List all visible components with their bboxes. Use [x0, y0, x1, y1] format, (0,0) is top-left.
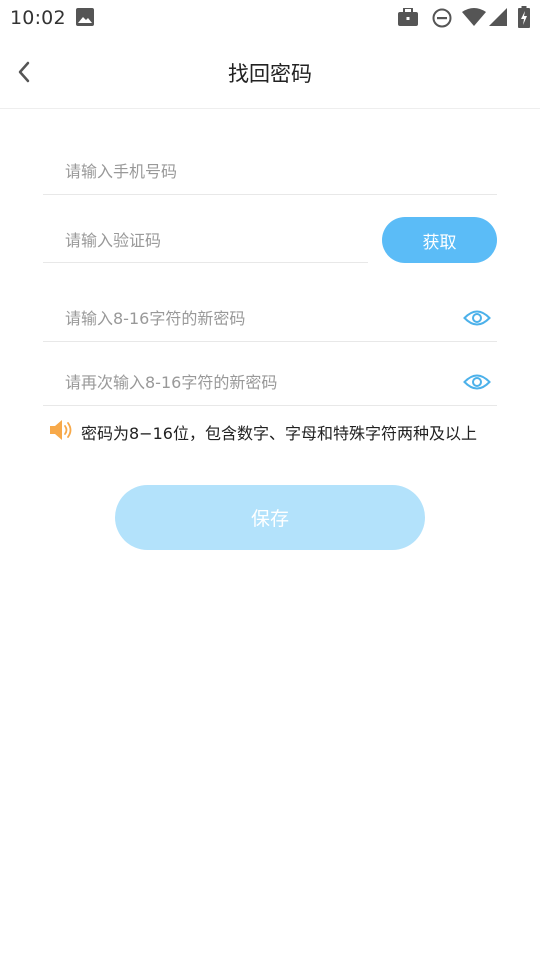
save-button[interactable]: 保存 — [115, 485, 425, 550]
get-code-button[interactable]: 获取 — [382, 217, 497, 263]
verification-code-field — [43, 218, 368, 263]
status-bar: 10:02 — [0, 0, 540, 36]
signal-icon — [489, 8, 507, 30]
confirm-password-field — [43, 359, 497, 406]
app-header: 找回密码 — [0, 36, 540, 109]
confirm-password-input[interactable] — [65, 359, 449, 405]
phone-field — [43, 148, 497, 195]
image-icon — [76, 8, 94, 30]
phone-input[interactable] — [65, 148, 449, 194]
password-hint: 密码为8−16位，包含数字、字母和特殊字符两种及以上 — [49, 420, 477, 444]
eye-icon[interactable] — [463, 308, 491, 328]
battery-charging-icon — [518, 6, 530, 32]
hint-text: 密码为8−16位，包含数字、字母和特殊字符两种及以上 — [81, 424, 477, 443]
do-not-disturb-icon — [432, 8, 452, 32]
new-password-input[interactable] — [65, 295, 449, 341]
page-title: 找回密码 — [228, 62, 312, 86]
new-password-field — [43, 295, 497, 342]
wifi-icon — [462, 8, 486, 30]
briefcase-icon — [398, 7, 418, 30]
status-time: 10:02 — [10, 7, 66, 29]
verification-code-input[interactable] — [65, 218, 360, 262]
eye-icon[interactable] — [463, 372, 491, 392]
speaker-icon — [49, 419, 73, 445]
